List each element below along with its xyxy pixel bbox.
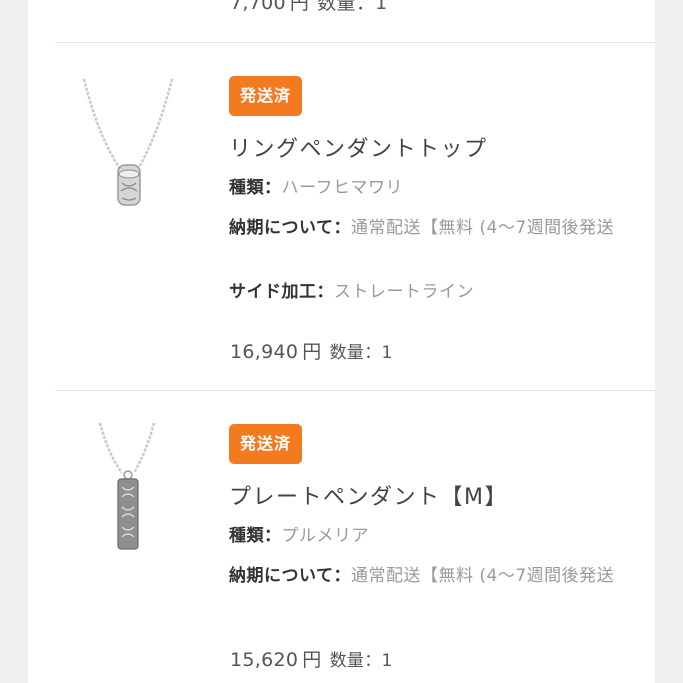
attribute-delivery: 納期について：通常配送【無料 (4〜7週間後発送 bbox=[229, 563, 629, 589]
price-row: 16,940 円数量：1 bbox=[230, 337, 393, 364]
price-row: 15,620 円数量：1 bbox=[230, 645, 393, 672]
attribute-type: 種類：ハーフヒマワリ bbox=[229, 175, 629, 201]
quantity-label: 数量：1 bbox=[329, 343, 393, 363]
attribute-label: 納期について： bbox=[229, 566, 351, 586]
attribute-label: 種類： bbox=[229, 178, 282, 198]
quantity-label: 数量：1 bbox=[317, 0, 388, 14]
attribute-type: 種類：プルメリア bbox=[229, 523, 629, 549]
previous-item-price-row: 7,700 円数量：1 bbox=[230, 0, 388, 15]
status-badge: 発送済 bbox=[229, 424, 303, 464]
item-divider bbox=[55, 390, 655, 391]
price-currency: 円 bbox=[302, 649, 322, 671]
attribute-label: 納期について： bbox=[229, 218, 351, 238]
price-amount: 7,700 bbox=[230, 0, 286, 14]
attribute-value: プルメリア bbox=[281, 526, 369, 546]
plate-pendant-necklace-icon[interactable] bbox=[64, 419, 194, 569]
attribute-label: 種類： bbox=[229, 526, 282, 546]
product-title[interactable]: リングペンダントトップ bbox=[229, 131, 488, 163]
attribute-value: 通常配送【無料 (4〜7週間後発送 bbox=[351, 218, 615, 238]
attribute-value: ストレートライン bbox=[334, 282, 474, 302]
price-amount: 15,620 bbox=[230, 649, 299, 671]
attribute-label: サイド加工： bbox=[229, 282, 334, 302]
attribute-value: 通常配送【無料 (4〜7週間後発送 bbox=[351, 566, 615, 586]
quantity-label: 数量：1 bbox=[329, 651, 393, 671]
attribute-delivery: 納期について：通常配送【無料 (4〜7週間後発送 bbox=[229, 215, 629, 241]
product-title[interactable]: プレートペンダント【M】 bbox=[229, 479, 508, 511]
order-items-panel: 7,700 円数量：1 発送済 リングペンダントトップ 種類：ハーフヒマワリ 納期… bbox=[28, 0, 655, 683]
price-amount: 16,940 bbox=[230, 341, 299, 363]
attribute-value: ハーフヒマワリ bbox=[281, 178, 403, 198]
item-divider bbox=[55, 42, 655, 43]
price-currency: 円 bbox=[289, 0, 310, 14]
attribute-side-finish: サイド加工：ストレートライン bbox=[229, 279, 629, 305]
price-currency: 円 bbox=[302, 341, 322, 363]
ring-pendant-necklace-icon[interactable] bbox=[64, 71, 194, 221]
status-badge: 発送済 bbox=[229, 76, 303, 116]
